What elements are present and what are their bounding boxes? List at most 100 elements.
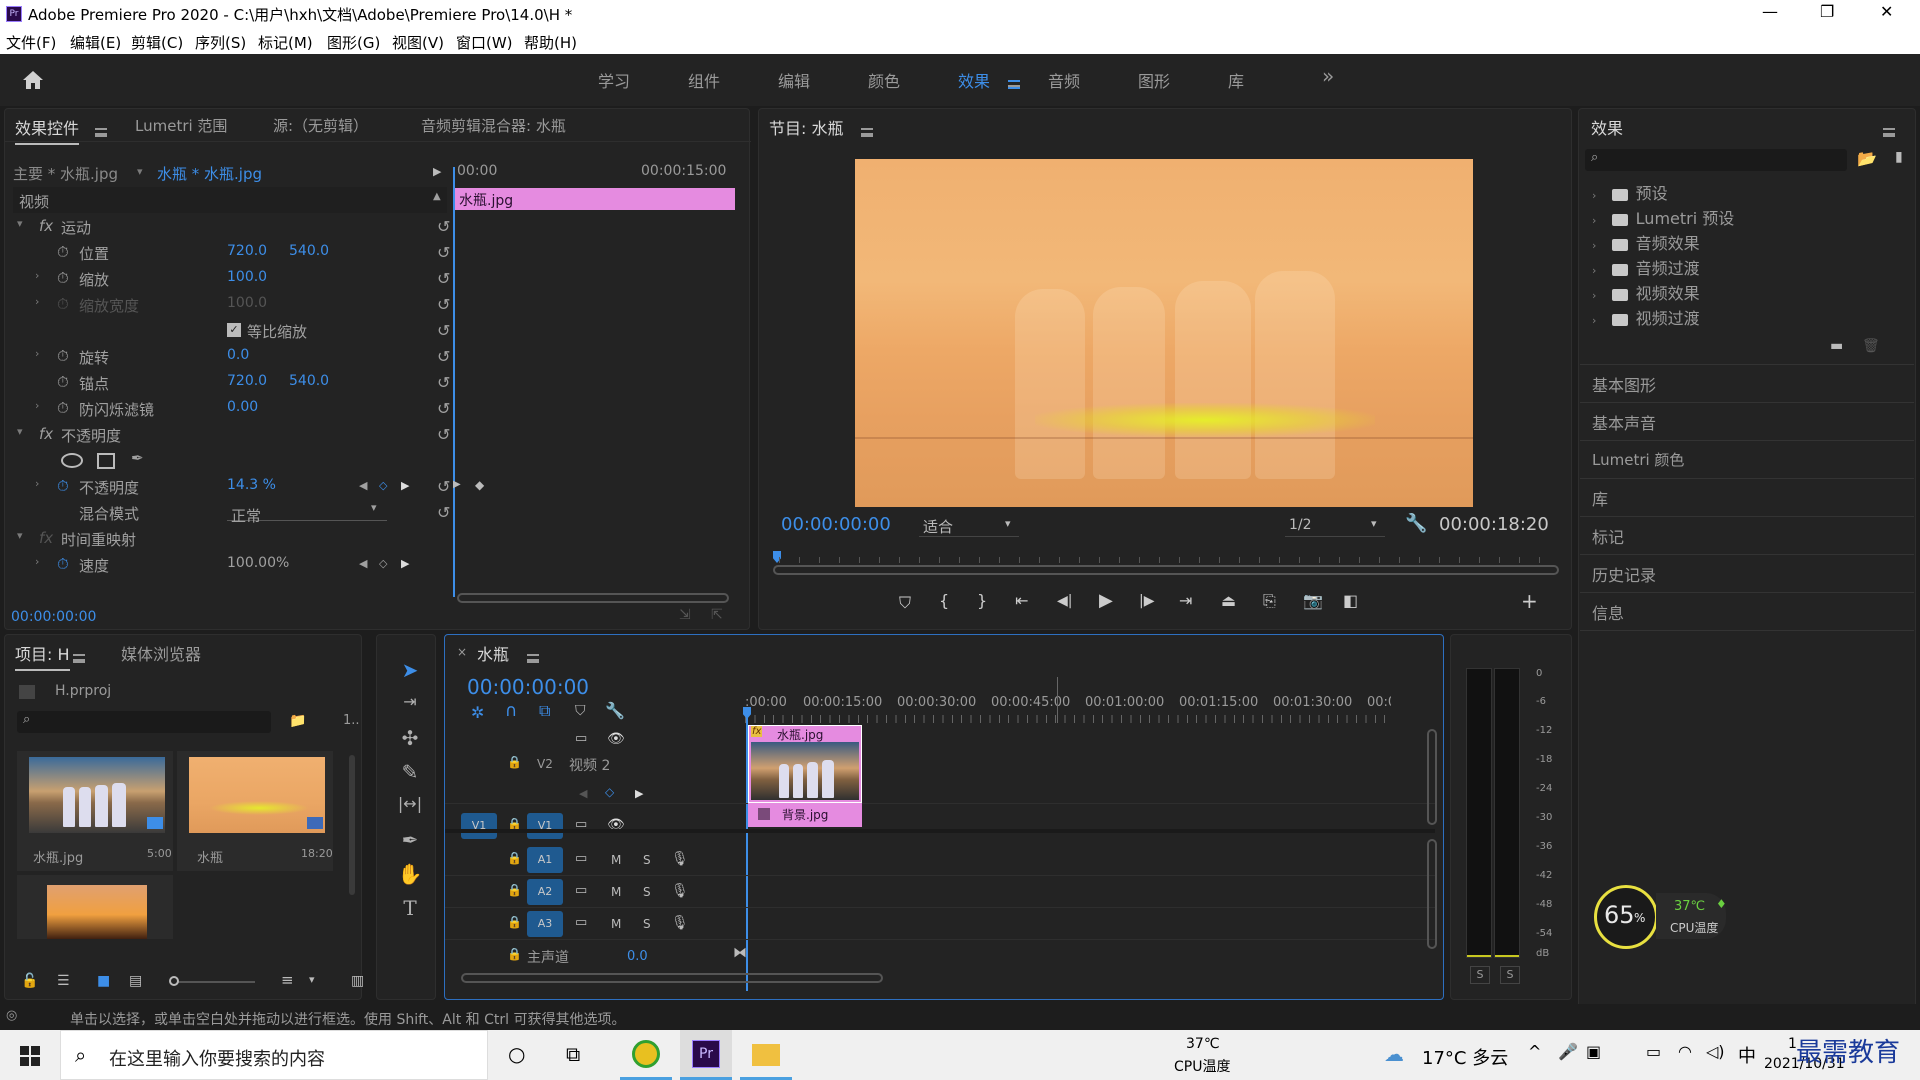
battery-icon[interactable]: ▭	[1646, 1042, 1661, 1061]
effects-title[interactable]: 效果	[1591, 115, 1623, 139]
project-search-input[interactable]: ⌕	[17, 711, 271, 733]
reset-icon[interactable]: ↺	[437, 503, 450, 522]
speed-row[interactable]: › ⏱ 速度 100.00% ◀ ◇ ▶	[13, 551, 453, 577]
reset-icon[interactable]: ↺	[437, 243, 450, 262]
stopwatch-icon[interactable]: ⏱	[57, 373, 69, 391]
nest-sequence-icon[interactable]: ✲	[471, 703, 484, 722]
v1-track-target[interactable]: V1	[527, 813, 563, 839]
slip-tool-icon[interactable]: |↔|	[395, 794, 425, 813]
tab-menu-icon[interactable]	[95, 122, 107, 141]
add-keyframe-icon[interactable]: ◇	[605, 785, 614, 799]
add-keyframe-icon[interactable]: ◇	[379, 557, 387, 570]
rect-mask-icon[interactable]	[97, 453, 115, 469]
program-video-frame[interactable]	[855, 159, 1473, 507]
reset-icon[interactable]: ↺	[437, 425, 450, 444]
track-output-icon[interactable]: ▭	[575, 883, 587, 898]
track-select-tool-icon[interactable]: ⇥	[395, 692, 425, 711]
keyframe-nav-right-icon[interactable]: ▶	[453, 479, 461, 490]
panel-libraries[interactable]: 库	[1592, 486, 1608, 510]
tray-expand-icon[interactable]: ^	[1528, 1042, 1541, 1061]
timeline-close-icon[interactable]: ×	[457, 645, 467, 659]
time-remap-row[interactable]: ▾ fx 时间重映射	[13, 525, 453, 551]
program-timecode[interactable]: 00:00:00:00	[781, 514, 891, 535]
fit-dropdown[interactable]: 适合 ▾	[919, 515, 1019, 537]
export-frame-camera-icon[interactable]: 📷	[1303, 591, 1323, 610]
menu-help[interactable]: 帮助(H)	[524, 32, 577, 53]
go-to-out-icon[interactable]: ⇥	[1179, 591, 1192, 610]
opacity-value[interactable]: 14.3 %	[227, 477, 276, 493]
effects-search-input[interactable]: ⌕	[1585, 149, 1847, 171]
reset-icon[interactable]: ↺	[437, 321, 450, 340]
scale-row[interactable]: › ⏱ 缩放 100.0 ↺	[13, 265, 453, 291]
track-lock-icon[interactable]: 🔒	[507, 915, 522, 929]
automate-icon[interactable]: ▥	[351, 973, 363, 989]
position-row[interactable]: ⏱ 位置 720.0 540.0 ↺	[13, 239, 453, 265]
cortana-icon[interactable]: ○	[508, 1042, 525, 1066]
next-keyframe-icon[interactable]: ▶	[635, 787, 643, 800]
master-volume-value[interactable]: 0.0	[627, 949, 648, 964]
program-zoom-scroll[interactable]	[773, 565, 1559, 575]
task-view-icon[interactable]: ⧉	[566, 1042, 580, 1066]
speed-value[interactable]: 100.00%	[227, 555, 289, 571]
effects-folder-audio-effects[interactable]: › 音频效果	[1592, 230, 1700, 254]
position-y-value[interactable]: 540.0	[289, 243, 329, 259]
track-lock-icon[interactable]: 🔒	[507, 851, 522, 865]
stopwatch-active-icon[interactable]: ⏱	[57, 477, 69, 495]
icon-view-icon[interactable]: ■	[97, 973, 110, 989]
anchor-y-value[interactable]: 540.0	[289, 373, 329, 389]
menu-edit[interactable]: 编辑(E)	[70, 32, 121, 53]
menu-sequence[interactable]: 序列(S)	[195, 32, 246, 53]
add-keyframe-icon[interactable]: ◇	[379, 479, 387, 492]
track-output-icon[interactable]: ▭	[575, 851, 587, 866]
clip-selector[interactable]: 水瓶 * 水瓶.jpg	[157, 163, 262, 184]
mute-a3[interactable]: M	[611, 917, 621, 931]
program-scrub-ruler[interactable]	[779, 557, 1549, 563]
v1-source-patch[interactable]: V1	[461, 813, 497, 839]
workspace-assembly[interactable]: 组件	[688, 68, 720, 92]
pen-tool-icon[interactable]: ✒	[395, 828, 425, 852]
project-item[interactable]: 水瓶 18:20	[177, 751, 333, 871]
lock-icon[interactable]: 🔓	[21, 973, 38, 989]
workspace-menu-icon[interactable]	[1008, 74, 1020, 93]
play-icon[interactable]: ▶	[1099, 590, 1113, 611]
a2-track-target[interactable]: A2	[527, 879, 563, 905]
minimize-button[interactable]: —	[1762, 2, 1778, 21]
tab-audio-clip-mixer[interactable]: 音频剪辑混合器: 水瓶	[421, 115, 566, 136]
add-marker-icon[interactable]: ⛉	[575, 703, 586, 719]
tab-project[interactable]: 项目: H	[15, 641, 70, 671]
menu-clip[interactable]: 剪辑(C)	[131, 32, 183, 53]
stopwatch-active-icon[interactable]: ⏱	[57, 555, 69, 573]
timeline-menu-icon[interactable]	[527, 648, 539, 667]
program-title[interactable]: 节目: 水瓶	[769, 115, 843, 139]
rotation-value[interactable]: 0.0	[227, 347, 249, 363]
expand-icon[interactable]: ›	[35, 347, 39, 360]
reset-icon[interactable]: ↺	[437, 269, 450, 288]
collapse-icon[interactable]: ▾	[17, 529, 23, 542]
mark-in-icon[interactable]: {	[939, 591, 949, 610]
ec-current-time[interactable]: 00:00:00:00	[11, 609, 96, 625]
reset-icon[interactable]: ↺	[437, 373, 450, 392]
reset-icon[interactable]: ↺	[437, 399, 450, 418]
selection-tool-icon[interactable]: ➤	[395, 658, 425, 682]
solo-left-button[interactable]: S	[1470, 966, 1490, 984]
uniform-scale-checkbox[interactable]: ✓	[227, 323, 241, 337]
timeline-settings-wrench-icon[interactable]: 🔧	[605, 701, 625, 720]
expand-icon[interactable]: ›	[35, 477, 39, 490]
stopwatch-icon[interactable]: ⏱	[57, 347, 69, 365]
microphone-icon[interactable]: 🎙	[671, 851, 689, 867]
reset-icon[interactable]: ↺	[437, 217, 450, 236]
anchor-row[interactable]: ⏱ 锚点 720.0 540.0 ↺	[13, 369, 453, 395]
razor-tool-icon[interactable]: ✎	[395, 760, 425, 784]
a3-track-target[interactable]: A3	[527, 911, 563, 937]
tab-media-browser[interactable]: 媒体浏览器	[121, 641, 201, 665]
microphone-icon[interactable]: 🎙	[671, 915, 689, 931]
effects-folder-video-transitions[interactable]: › 视频过渡	[1592, 305, 1700, 329]
resolution-dropdown[interactable]: 1/2 ▾	[1285, 515, 1385, 537]
track-output-icon[interactable]: ▭	[575, 915, 587, 930]
workspace-editing[interactable]: 编辑	[778, 68, 810, 92]
collapse-icon[interactable]: ▾	[17, 217, 23, 230]
freeform-view-icon[interactable]: ▤	[129, 973, 142, 989]
weather-text[interactable]: 17°C 多云	[1422, 1044, 1508, 1070]
menu-view[interactable]: 视图(V)	[392, 32, 444, 53]
blend-mode-row[interactable]: 混合模式 正常 ▾ ↺	[13, 499, 453, 525]
